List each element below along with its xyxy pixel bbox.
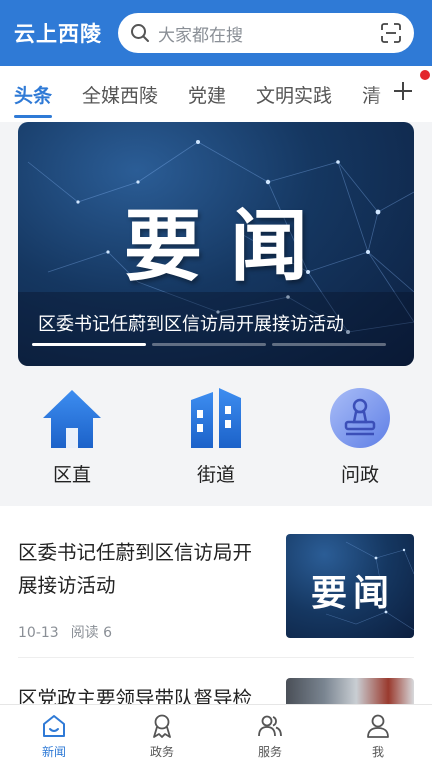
scan-icon[interactable] [380, 22, 402, 44]
nav-me[interactable]: 我 [324, 705, 432, 768]
bottom-navigation: 新闻 政务 服务 我 [0, 704, 432, 768]
people-icon [258, 715, 282, 737]
entry-district-label: 区直 [52, 464, 91, 486]
nav-services-label: 服务 [257, 745, 282, 759]
tab-all-media[interactable]: 全媒西陵 [82, 81, 158, 108]
tab-civilization[interactable]: 文明实践 [256, 81, 332, 108]
nav-government-label: 政务 [149, 745, 174, 759]
entry-street-label: 街道 [196, 464, 235, 486]
carousel-dot-2 [152, 343, 266, 346]
nav-me-label: 我 [371, 745, 384, 759]
banner-headline: 要闻 [123, 202, 336, 292]
house-icon [43, 390, 101, 448]
news-reads: 阅读 6 [70, 625, 113, 641]
stamp-icon [330, 388, 390, 448]
quick-entry-grid: 区直 街道 问政 [0, 366, 432, 496]
nav-news[interactable]: 新闻 [0, 705, 108, 768]
buildings-icon [191, 388, 241, 448]
carousel-indicator [32, 343, 386, 346]
entry-inquiry[interactable]: 问政 [288, 366, 432, 496]
channel-tabs: 头条 全媒西陵 党建 文明实践 清 [0, 66, 432, 122]
nav-government[interactable]: 政务 [108, 705, 216, 768]
thumbnail-headline: 要闻 [310, 573, 395, 614]
news-date: 10-13 [18, 625, 59, 641]
search-placeholder: 大家都在搜 [158, 25, 243, 46]
news-thumbnail: 要闻 [286, 534, 414, 638]
tab-headlines[interactable]: 头条 [14, 81, 53, 118]
add-channel-icon[interactable] [392, 80, 414, 102]
entry-district[interactable]: 区直 [0, 366, 144, 496]
entry-street[interactable]: 街道 [144, 366, 288, 496]
news-list: 区委书记任蔚到区信访局开展接访活动 10-13 阅读 6 要闻 区党政主要领导带队… [0, 506, 432, 708]
user-icon [367, 714, 389, 738]
news-icon [43, 715, 65, 737]
notification-dot [420, 70, 430, 80]
banner-caption: 区委书记任蔚到区信访局开展接访活动 [38, 314, 344, 335]
news-item[interactable]: 区委书记任蔚到区信访局开展接访活动 10-13 阅读 6 要闻 [18, 506, 414, 658]
search-icon [131, 24, 149, 42]
nav-news-label: 新闻 [41, 745, 66, 759]
tab-party-building[interactable]: 党建 [188, 81, 226, 108]
entry-inquiry-label: 问政 [340, 464, 379, 486]
search-bar[interactable]: 大家都在搜 [118, 13, 414, 53]
news-title: 区委书记任蔚到区信访局开展接访活动 [18, 541, 253, 597]
nav-services[interactable]: 服务 [216, 705, 324, 768]
ribbon-icon [153, 714, 171, 738]
news-meta: 10-13 阅读 6 [18, 622, 112, 642]
carousel-dot-1 [32, 343, 146, 346]
banner-carousel[interactable]: 要闻 区委书记任蔚到区信访局开展接访活动 [18, 122, 414, 366]
top-bar: 云上西陵 大家都在搜 [0, 0, 432, 66]
app-title: 云上西陵 [14, 22, 102, 46]
carousel-dot-3 [272, 343, 386, 346]
